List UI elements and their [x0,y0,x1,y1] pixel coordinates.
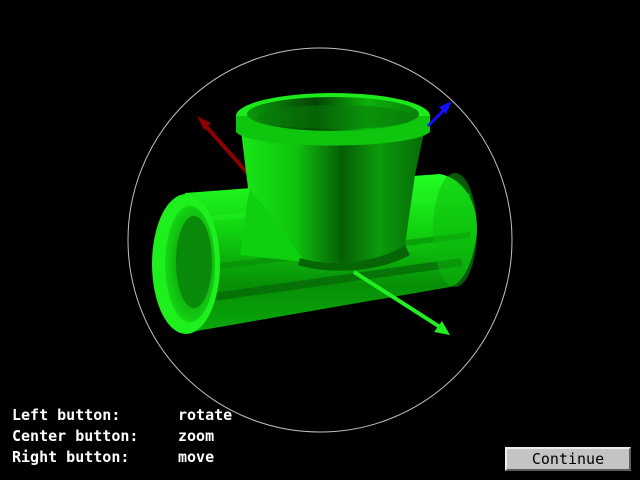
continue-button[interactable]: Continue [505,447,631,471]
help-action: zoom [178,427,215,445]
help-action: move [178,448,215,466]
help-row-center-button: Center button: zoom [12,426,232,447]
help-action: rotate [178,406,233,424]
help-key: Left button: [12,406,121,424]
z-axis-arrow-icon [426,101,452,128]
pipe-tee-icon[interactable] [152,93,477,334]
help-row-right-button: Right button: move [12,447,232,468]
help-key: Center button: [12,427,139,445]
3d-viewport[interactable]: Left button: rotate Center button: zoom Ri… [0,0,640,480]
mouse-help-text: Left button: rotate Center button: zoom Ri… [12,405,232,468]
help-key: Right button: [12,448,130,466]
help-row-left-button: Left button: rotate [12,405,232,426]
